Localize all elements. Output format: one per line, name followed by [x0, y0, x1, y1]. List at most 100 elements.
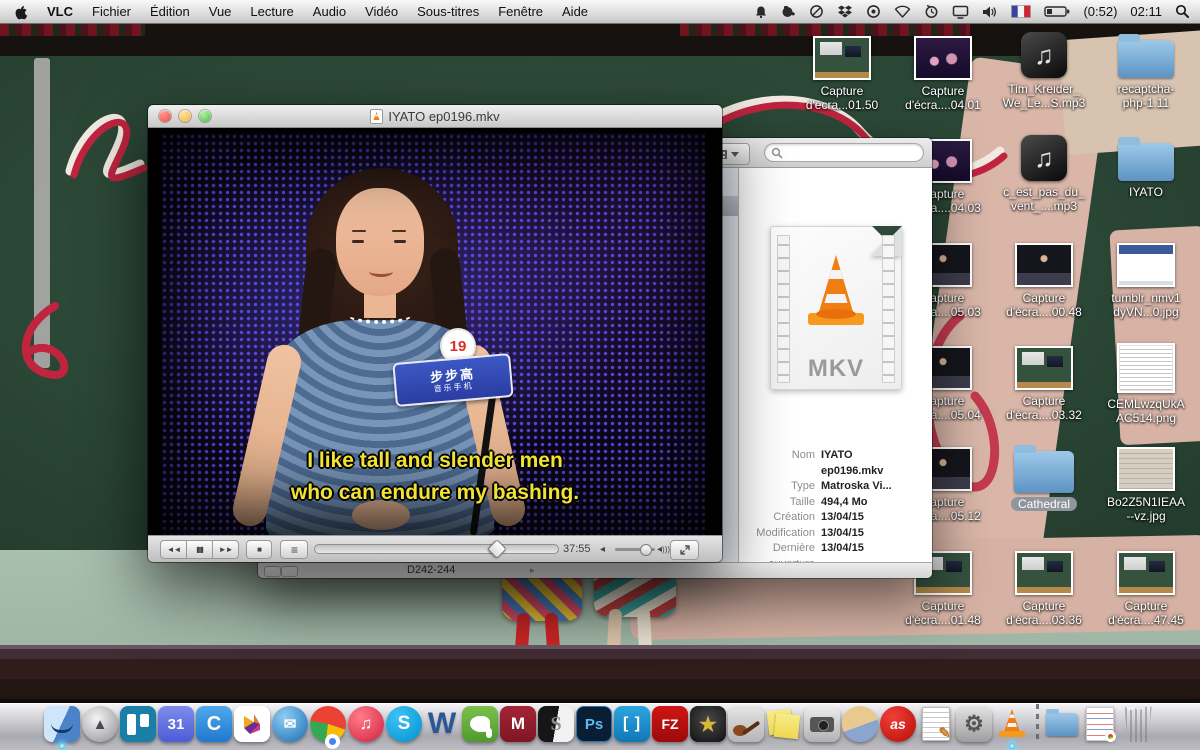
round-photo-app-icon[interactable] [842, 706, 878, 742]
desktop-icon-folder-cathedral[interactable]: Cathedral [996, 443, 1092, 511]
minimize-button[interactable] [179, 110, 191, 122]
seek-bar[interactable] [314, 544, 559, 554]
folder-icon [1014, 451, 1074, 493]
notifications-icon[interactable] [754, 5, 768, 19]
french-flag-icon[interactable] [1011, 5, 1031, 18]
fullscreen-arrows-icon [679, 544, 691, 556]
stop-button[interactable]: ■ [246, 540, 272, 559]
textedit-icon[interactable]: ✎ [918, 706, 954, 742]
stickies-icon[interactable] [766, 706, 802, 742]
menu-aide[interactable]: Aide [562, 4, 588, 19]
dock-items: ▲ 31 C ✉ ♫ S W M S Ps [ ] FZ ★ [44, 704, 1156, 742]
volume-low-icon[interactable]: ◂ [600, 544, 605, 555]
menu-edition[interactable]: Édition [150, 4, 190, 19]
time-machine-icon[interactable] [924, 4, 939, 19]
menu-audio[interactable]: Audio [313, 4, 346, 19]
folder-icon [1118, 143, 1174, 181]
filezilla-icon[interactable]: FZ [652, 706, 688, 742]
menu-sous-titres[interactable]: Sous-titres [417, 4, 479, 19]
photoshop-icon[interactable]: Ps [576, 706, 612, 742]
desktop-icon-jpg[interactable]: Bo2Z5N1IEAA--vz.jpg [1098, 447, 1194, 523]
desktop-icon-screenshot[interactable]: Captured'écra...01.50 [794, 36, 890, 112]
seek-thumb[interactable] [487, 539, 507, 559]
rewind-button[interactable]: ◄◄ [160, 540, 187, 559]
zoom-button[interactable] [199, 110, 211, 122]
video-canvas[interactable]: 19 步步高 音乐手机 I like tall and slender men … [148, 128, 722, 535]
skype-icon[interactable]: S [386, 706, 422, 742]
path-bar-button[interactable] [281, 566, 298, 577]
desktop-icon-screenshot[interactable]: Captured'écra....00.48 [996, 243, 1092, 319]
pause-button[interactable]: ▮▮ [186, 540, 213, 559]
search-field[interactable] [764, 143, 924, 162]
thunderbird-icon[interactable]: ✉ [272, 706, 308, 742]
do-not-disturb-icon[interactable] [809, 4, 824, 19]
path-item[interactable]: D242-244 [407, 564, 455, 576]
desktop-icon-mp3[interactable]: c_est_pas_du_vent_....mp3 [996, 135, 1092, 213]
vlc-dock-icon[interactable] [994, 706, 1030, 742]
documents-folder-icon[interactable] [1044, 706, 1080, 742]
desktop-icon-screenshot[interactable]: Captured'écra....03.32 [996, 346, 1092, 422]
itunes-icon[interactable]: ♫ [348, 706, 384, 742]
scrivener-icon[interactable]: S [538, 706, 574, 742]
origami-icon [240, 712, 264, 736]
menu-bar-clock[interactable]: 02:11 [1130, 4, 1162, 19]
target-status-icon[interactable] [866, 4, 881, 19]
close-button[interactable] [159, 110, 171, 122]
volume-icon[interactable] [982, 5, 998, 19]
desktop-icon-png[interactable]: CEMLwzqUkAAC514.png [1098, 343, 1194, 425]
launchpad-icon[interactable]: ▲ [82, 706, 118, 742]
menu-fenetre[interactable]: Fenêtre [498, 4, 543, 19]
brackets-icon[interactable]: [ ] [614, 706, 650, 742]
volume-slider[interactable] [615, 548, 655, 551]
desktop-icon-screenshot[interactable]: Captured'écra....47.45 [1098, 551, 1194, 627]
system-preferences-icon[interactable]: ⚙ [956, 706, 992, 742]
menu-fichier[interactable]: Fichier [92, 4, 131, 19]
desktop-icon-folder[interactable]: IYATO [1098, 135, 1194, 199]
mendeley-icon[interactable]: M [500, 706, 536, 742]
chrome-icon[interactable] [310, 706, 346, 742]
battery-icon[interactable] [1044, 5, 1070, 18]
screenshot-thumbnail [914, 36, 972, 80]
menu-vue[interactable]: Vue [209, 4, 232, 19]
volume-high-icon[interactable]: ◂))) [657, 544, 670, 555]
volume-knob[interactable] [640, 544, 652, 556]
vlc-title-bar[interactable]: IYATO ep0196.mkv [148, 105, 722, 128]
imovie-icon[interactable]: ★ [690, 706, 726, 742]
menu-app-name[interactable]: VLC [47, 4, 73, 19]
mkv-label: MKV [771, 355, 901, 383]
image-capture-icon[interactable] [804, 706, 840, 742]
desktop-icon-jpg[interactable]: tumblr_nmv1dyVN...0.jpg [1098, 243, 1194, 319]
mkv-file-icon[interactable]: MKV [770, 226, 902, 390]
forward-button[interactable]: ►► [212, 540, 239, 559]
image-thumbnail [1117, 447, 1175, 491]
displays-icon[interactable] [952, 5, 969, 19]
fullscreen-button[interactable] [670, 540, 699, 560]
desktop-icon-screenshot[interactable]: Captured'écra....04.01 [895, 36, 991, 112]
geometric-logo-app-icon[interactable] [234, 706, 270, 742]
subtitle-line-1: I like tall and slender men [148, 449, 722, 473]
desktop-icon-screenshot[interactable]: Captured'écra....03.36 [996, 551, 1092, 627]
desktop-icon-mp3[interactable]: Tim_Kreider_We_Le...S.mp3 [996, 32, 1092, 110]
lastfm-icon[interactable]: as [880, 706, 916, 742]
evernote-status-icon[interactable] [781, 5, 796, 19]
wifi-icon[interactable] [894, 5, 911, 18]
calendar-icon[interactable]: 31 [158, 706, 194, 742]
garageband-icon[interactable] [728, 706, 764, 742]
evernote-icon[interactable] [462, 706, 498, 742]
apple-menu-icon[interactable] [14, 4, 28, 20]
word-icon[interactable]: W [424, 706, 460, 742]
downloads-document-icon[interactable] [1082, 706, 1118, 742]
spotlight-icon[interactable] [1175, 4, 1190, 19]
path-bar-button[interactable] [264, 566, 281, 577]
elapsed-time: 37:55 [563, 543, 591, 555]
trash-icon[interactable] [1120, 706, 1156, 742]
dropbox-icon[interactable] [837, 5, 853, 19]
trello-icon[interactable] [120, 706, 156, 742]
finder-dock-icon[interactable] [44, 706, 80, 742]
blue-c-app-icon[interactable]: C [196, 706, 232, 742]
menu-video[interactable]: Vidéo [365, 4, 398, 19]
menu-lecture[interactable]: Lecture [250, 4, 293, 19]
window-title: IYATO ep0196.mkv [388, 109, 499, 124]
desktop-icon-folder[interactable]: recaptcha-php-1.11 [1098, 32, 1194, 110]
playlist-button[interactable]: ≡ [280, 540, 308, 559]
